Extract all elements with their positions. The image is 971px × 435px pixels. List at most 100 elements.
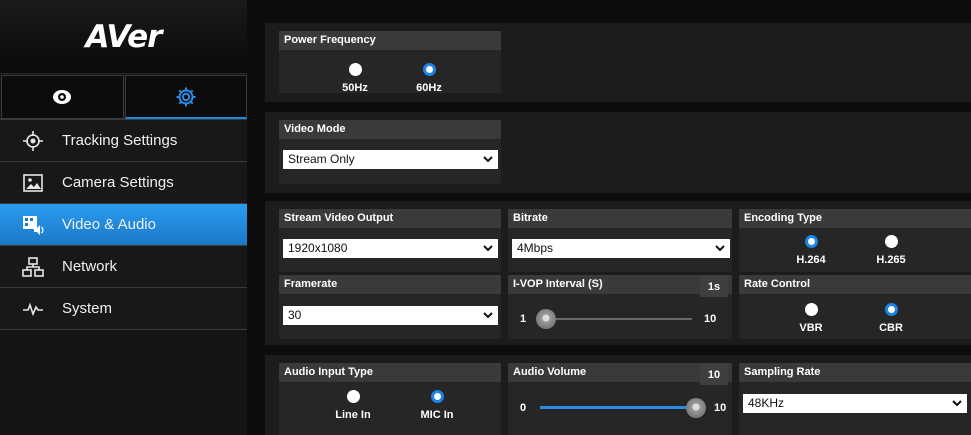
radio-60hz[interactable]: 60Hz	[409, 63, 449, 94]
pulse-icon	[18, 299, 48, 319]
sidebar-item-label: Tracking Settings	[62, 132, 178, 149]
tab-settings[interactable]	[124, 75, 247, 119]
video-mode-select[interactable]: Stream Only	[283, 150, 498, 169]
radio-label: H.265	[876, 254, 906, 266]
sidebar-divider	[0, 329, 247, 330]
eye-icon	[53, 90, 72, 104]
radio-dot	[884, 303, 898, 316]
card-title: Bitrate	[508, 209, 732, 228]
radio-50hz[interactable]: 50Hz	[335, 63, 375, 94]
audio-input-type-card: Audio Input Type Line In MIC In	[279, 363, 501, 435]
sampling-rate-card: Sampling Rate 48KHz	[739, 363, 971, 435]
sidebar-item-label: Video & Audio	[62, 216, 156, 233]
sidebar-item-system[interactable]: System	[0, 287, 247, 329]
radio-dot	[804, 303, 818, 316]
audio-volume-slider-knob[interactable]	[686, 398, 706, 418]
slider-max-label: 10	[704, 313, 717, 325]
select-value: 48KHz	[748, 396, 785, 410]
rate-control-radio-group: VBR CBR	[791, 303, 911, 334]
card-title: I-VOP Interval (S)	[508, 275, 732, 294]
card-title: Encoding Type	[739, 209, 971, 228]
power-frequency-section: Power Frequency 50Hz 60Hz	[265, 23, 971, 102]
video-mode-section: Video Mode Stream Only	[265, 112, 971, 193]
radio-vbr[interactable]: VBR	[791, 303, 831, 334]
radio-cbr[interactable]: CBR	[871, 303, 911, 334]
radio-dot	[348, 63, 362, 76]
radio-label: VBR	[799, 322, 823, 334]
radio-dot	[346, 390, 360, 403]
chevron-down-icon	[483, 156, 493, 163]
card-title: Video Mode	[279, 120, 501, 139]
logo: AVer	[0, 0, 247, 73]
framerate-card: Framerate 30	[279, 275, 501, 339]
ivop-interval-card: I-VOP Interval (S) 1s 1 10	[508, 275, 732, 339]
radio-dot	[430, 390, 444, 403]
card-title: Audio Volume	[508, 363, 732, 382]
logo-text: AVer	[85, 18, 163, 55]
chevron-down-icon	[715, 245, 725, 252]
radio-line-in[interactable]: Line In	[331, 390, 375, 421]
card-title: Rate Control	[739, 275, 971, 294]
radio-dot	[804, 235, 818, 248]
sampling-rate-select[interactable]: 48KHz	[743, 394, 967, 413]
stream-video-output-card: Stream Video Output 1920x1080	[279, 209, 501, 272]
ivop-value-badge: 1s	[700, 275, 728, 297]
audio-volume-card: Audio Volume 10 0 10	[508, 363, 732, 435]
radio-h265[interactable]: H.265	[871, 235, 911, 266]
encoding-type-card: Encoding Type H.264 H.265	[739, 209, 971, 272]
audio-section: Audio Input Type Line In MIC In Audio Vo…	[265, 355, 971, 435]
power-frequency-card: Power Frequency 50Hz 60Hz	[279, 31, 501, 94]
sidebar: AVer Tracking Settings Camera Settings V…	[0, 0, 247, 435]
network-icon	[18, 256, 48, 277]
rate-control-card: Rate Control VBR CBR	[739, 275, 971, 339]
select-value: 4Mbps	[517, 241, 554, 255]
gear-icon	[176, 87, 196, 106]
framerate-select[interactable]: 30	[283, 306, 498, 325]
ivop-slider-track[interactable]	[540, 318, 692, 320]
mode-tabs	[0, 73, 247, 119]
card-title: Power Frequency	[279, 31, 501, 50]
select-value: 1920x1080	[288, 241, 348, 255]
radio-mic-in[interactable]: MIC In	[415, 390, 459, 421]
radio-label: 60Hz	[416, 82, 442, 94]
power-frequency-radio-group: 50Hz 60Hz	[335, 63, 449, 94]
sidebar-nav: Tracking Settings Camera Settings Video …	[0, 119, 247, 329]
stream-video-output-select[interactable]: 1920x1080	[283, 239, 498, 258]
ivop-slider-knob[interactable]	[536, 309, 556, 329]
bitrate-card: Bitrate 4Mbps	[508, 209, 732, 272]
bitrate-select[interactable]: 4Mbps	[512, 239, 730, 258]
slider-max-label: 10	[714, 402, 727, 414]
sidebar-item-label: System	[62, 300, 113, 317]
audio-volume-slider-fill	[540, 406, 690, 409]
radio-dot	[884, 235, 898, 248]
video-mode-card: Video Mode Stream Only	[279, 120, 501, 184]
radio-dot	[422, 63, 436, 76]
encoding-type-radio-group: H.264 H.265	[791, 235, 911, 266]
sidebar-item-network[interactable]: Network	[0, 245, 247, 287]
sidebar-item-camera-settings[interactable]: Camera Settings	[0, 161, 247, 203]
radio-label: 50Hz	[342, 82, 368, 94]
video-audio-icon	[18, 215, 48, 235]
audio-volume-badge: 10	[700, 363, 728, 385]
sidebar-item-label: Camera Settings	[62, 174, 174, 191]
chevron-down-icon	[483, 245, 493, 252]
card-title: Sampling Rate	[739, 363, 971, 382]
radio-label: CBR	[879, 322, 903, 334]
audio-input-radio-group: Line In MIC In	[331, 390, 459, 421]
tab-live-view[interactable]	[1, 75, 124, 119]
sidebar-item-video-audio[interactable]: Video & Audio	[0, 203, 247, 245]
image-icon	[18, 173, 48, 193]
sidebar-item-tracking-settings[interactable]: Tracking Settings	[0, 119, 247, 161]
video-stream-section: Stream Video Output 1920x1080 Bitrate 4M…	[265, 201, 971, 345]
chevron-down-icon	[483, 312, 493, 319]
select-value: Stream Only	[288, 152, 355, 166]
target-icon	[18, 130, 48, 151]
slider-min-label: 1	[520, 313, 527, 325]
sidebar-item-label: Network	[62, 258, 118, 275]
main-content: Power Frequency 50Hz 60Hz Video Mode Str…	[247, 0, 971, 435]
card-title: Framerate	[279, 275, 501, 294]
radio-h264[interactable]: H.264	[791, 235, 831, 266]
card-title: Audio Input Type	[279, 363, 501, 382]
card-title: Stream Video Output	[279, 209, 501, 228]
select-value: 30	[288, 308, 302, 322]
